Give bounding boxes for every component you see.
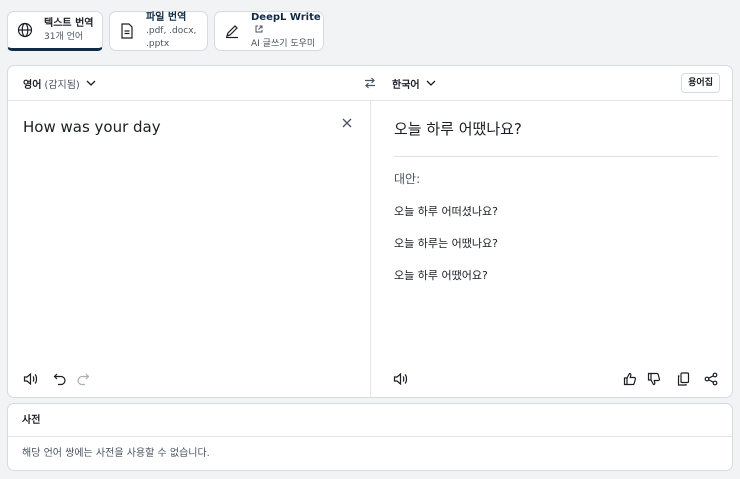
- file-icon: [118, 22, 136, 40]
- source-language-select[interactable]: 영어 (감지됨): [23, 76, 96, 91]
- swap-icon: [363, 75, 377, 94]
- dictionary-message: 해당 언어 쌍에는 사전을 사용할 수 없습니다.: [22, 448, 210, 459]
- listen-source-button[interactable]: [22, 372, 38, 388]
- redo-button[interactable]: [75, 372, 91, 388]
- listen-translation-button[interactable]: [392, 372, 408, 388]
- tab-title: 파일 번역: [146, 12, 187, 23]
- share-button[interactable]: [703, 372, 719, 388]
- target-language-select[interactable]: 한국어: [392, 76, 436, 91]
- alternative-item[interactable]: 오늘 하루 어떠셨나요?: [394, 203, 498, 219]
- share-icon: [704, 371, 718, 390]
- tab-title: DeepL Write: [251, 12, 321, 23]
- external-link-icon: [255, 24, 263, 37]
- source-language-label: 영어: [23, 80, 42, 91]
- tab-subtitle: 31개 언어: [44, 31, 84, 42]
- translation-output: 오늘 하루 어땠나요?: [394, 120, 522, 138]
- pen-icon: [223, 22, 241, 40]
- clear-text-button[interactable]: [341, 114, 353, 133]
- globe-icon: [16, 21, 34, 39]
- panel-divider: [370, 101, 371, 397]
- speaker-icon: [393, 371, 408, 390]
- dictionary-title: 사전: [8, 404, 732, 437]
- chevron-down-icon: [86, 78, 96, 89]
- thumbs-down-icon: [647, 371, 661, 390]
- thumbs-up-icon: [623, 371, 637, 390]
- tab-subtitle: AI 글쓰기 도우미: [251, 39, 316, 49]
- target-language-label: 한국어: [392, 80, 420, 91]
- swap-languages-button[interactable]: [363, 75, 377, 94]
- copy-icon: [677, 371, 690, 390]
- undo-button[interactable]: [52, 372, 68, 388]
- undo-icon: [53, 371, 67, 390]
- thumbs-up-button[interactable]: [622, 372, 638, 388]
- thumbs-down-button[interactable]: [646, 372, 662, 388]
- tab-deepl-write[interactable]: DeepL Write AI 글쓰기 도우미: [214, 11, 324, 51]
- detected-label: (감지됨): [44, 80, 80, 91]
- glossary-button[interactable]: 용어집: [681, 73, 720, 93]
- tab-title: 텍스트 번역: [44, 17, 94, 29]
- alternatives-divider: [394, 156, 718, 157]
- tab-text-translation[interactable]: 텍스트 번역 31개 언어: [7, 11, 103, 51]
- redo-icon: [76, 371, 90, 390]
- speaker-icon: [23, 371, 38, 390]
- chevron-down-icon: [426, 78, 436, 89]
- tab-file-translation[interactable]: 파일 번역 .pdf, .docx, .pptx: [109, 11, 208, 51]
- alternative-item[interactable]: 오늘 하루 어땠어요?: [394, 267, 488, 283]
- copy-button[interactable]: [675, 371, 691, 390]
- tab-subtitle: .pdf, .docx, .pptx: [146, 26, 197, 49]
- close-icon: [341, 114, 353, 133]
- translator-panel: 영어 (감지됨) 한국어 용어집 How was your day 오늘 하루 …: [7, 65, 733, 398]
- source-text-input[interactable]: How was your day: [23, 118, 161, 136]
- alternatives-label: 대안:: [394, 172, 421, 186]
- dictionary-panel: 사전 해당 언어 쌍에는 사전을 사용할 수 없습니다.: [7, 403, 733, 471]
- alternative-item[interactable]: 오늘 하루는 어땠나요?: [394, 235, 498, 251]
